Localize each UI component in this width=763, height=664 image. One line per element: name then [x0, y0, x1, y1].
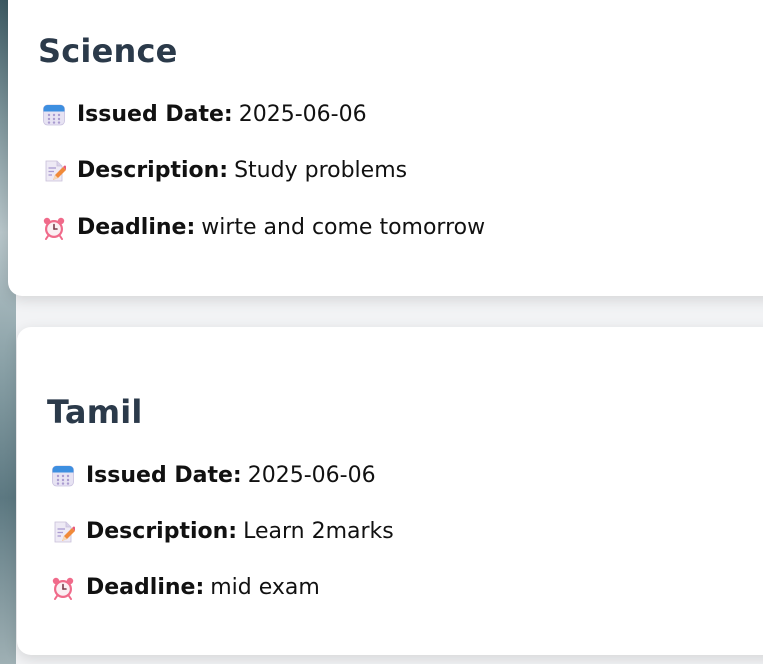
deadline-row: Deadline: wirte and come tomorrow: [42, 215, 485, 240]
issued-date-row: Issued Date: 2025-06-06: [51, 463, 376, 488]
deadline-label: Deadline:: [77, 215, 196, 240]
memo-pencil-icon: [42, 159, 68, 183]
description-value: Learn 2marks: [243, 519, 394, 544]
issued-date-value: 2025-06-06: [238, 102, 367, 127]
description-label: Description:: [86, 519, 238, 544]
issued-date-row: Issued Date: 2025-06-06: [42, 102, 367, 127]
assignment-card-tamil: Tamil Issued Date: 2025-06-06 Descriptio…: [17, 327, 763, 655]
calendar-icon: [42, 103, 66, 127]
alarm-clock-icon: [51, 576, 75, 600]
description-label: Description:: [77, 158, 229, 183]
memo-pencil-icon: [51, 520, 77, 544]
alarm-clock-icon: [42, 216, 66, 240]
calendar-icon: [51, 464, 75, 488]
issued-date-label: Issued Date:: [77, 102, 233, 127]
deadline-value: wirte and come tomorrow: [201, 215, 486, 240]
card-title: Science: [38, 32, 178, 70]
deadline-row: Deadline: mid exam: [51, 575, 320, 600]
description-row: Description: Learn 2marks: [51, 519, 394, 544]
issued-date-value: 2025-06-06: [247, 463, 376, 488]
issued-date-label: Issued Date:: [86, 463, 242, 488]
description-row: Description: Study problems: [42, 158, 407, 183]
deadline-value: mid exam: [210, 575, 320, 600]
card-title: Tamil: [47, 393, 143, 431]
assignment-card-science: Science Issued Date: 2025-06-06 Descript…: [8, 0, 763, 296]
deadline-label: Deadline:: [86, 575, 205, 600]
description-value: Study problems: [234, 158, 408, 183]
